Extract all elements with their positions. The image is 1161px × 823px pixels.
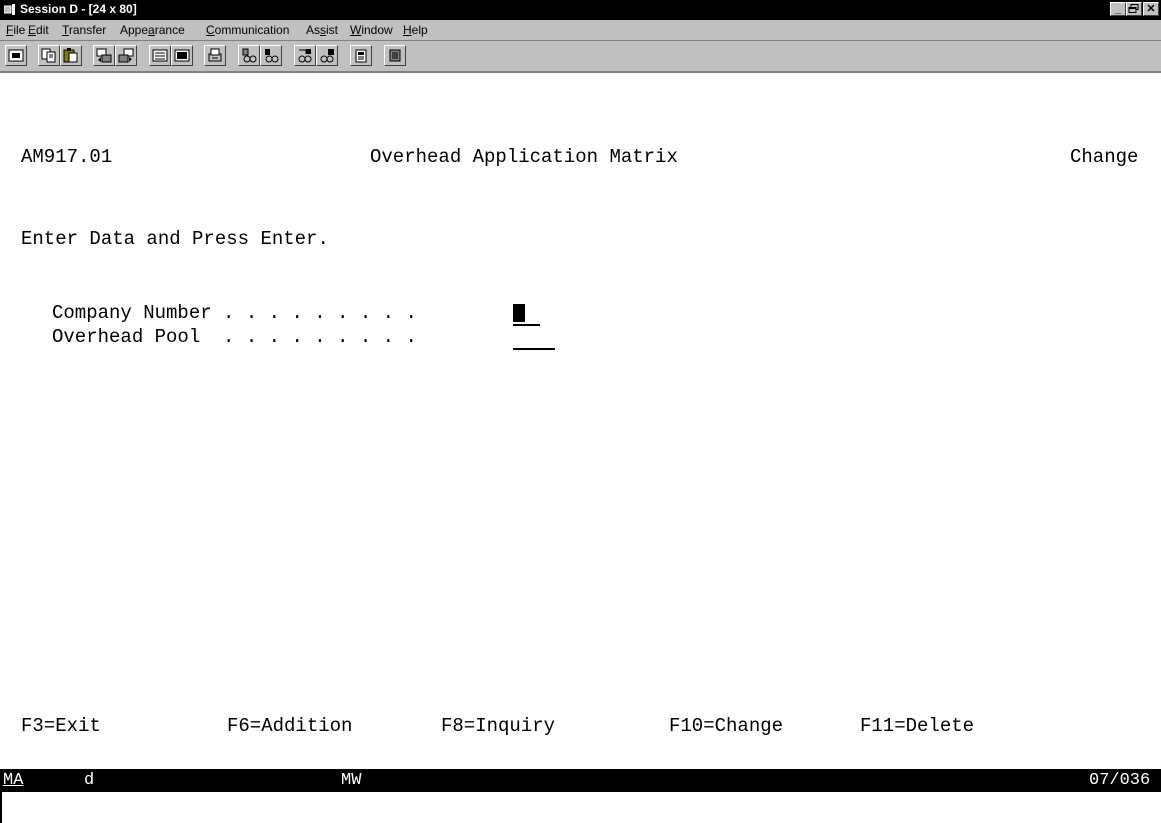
start-transfer-icon xyxy=(298,49,312,63)
print-button[interactable] xyxy=(204,45,226,66)
menu-transfer[interactable]: Transfer xyxy=(62,23,106,37)
copy-button[interactable] xyxy=(38,45,60,66)
instruction-text: Enter Data and Press Enter. xyxy=(21,228,329,250)
status-bar: MA d MW 07/036 xyxy=(0,769,1161,792)
menu-window[interactable]: Window xyxy=(350,23,393,37)
menu-file[interactable]: File xyxy=(6,23,25,37)
menu-assist[interactable]: Assist xyxy=(306,23,338,37)
f8-inquiry-key[interactable]: F8=Inquiry xyxy=(441,715,555,737)
display-button[interactable] xyxy=(5,45,27,66)
menu-edit[interactable]: Edit xyxy=(28,23,49,37)
paste-icon xyxy=(63,48,78,63)
company-number-field[interactable] xyxy=(513,302,540,326)
f6-addition-key[interactable]: F6=Addition xyxy=(227,715,352,737)
minimize-button[interactable]: _ xyxy=(1110,2,1126,16)
menu-bar: File Edit Transfer Appearance Communicat… xyxy=(0,20,1161,41)
program-id: AM917.01 xyxy=(21,146,113,168)
play-macro-button[interactable] xyxy=(260,45,282,66)
screen-title: Overhead Application Matrix xyxy=(370,146,678,168)
play-macro-icon xyxy=(265,49,279,63)
maximize-button[interactable] xyxy=(1126,2,1142,16)
f3-exit-key[interactable]: F3=Exit xyxy=(21,715,101,737)
restore-icon xyxy=(1128,4,1139,13)
settings-button[interactable] xyxy=(384,45,406,66)
overhead-pool-label: Overhead Pool . . . . . . . . . xyxy=(52,326,417,348)
receive-button[interactable] xyxy=(115,45,137,66)
f10-change-key[interactable]: F10=Change xyxy=(669,715,783,737)
keypad-button[interactable] xyxy=(149,45,171,66)
menu-appearance[interactable]: Appearance xyxy=(120,23,185,37)
send-icon xyxy=(96,48,112,63)
f11-delete-key[interactable]: F11=Delete xyxy=(860,715,974,737)
overhead-pool-field[interactable] xyxy=(513,326,555,350)
keypad-icon xyxy=(152,49,168,62)
stop-transfer-icon xyxy=(320,49,334,63)
paste-button[interactable] xyxy=(60,45,82,66)
clipboard-button[interactable] xyxy=(350,45,372,66)
status-indicator: MA xyxy=(3,771,24,790)
mode-indicator: Change xyxy=(1070,146,1139,168)
stop-transfer-button[interactable] xyxy=(316,45,338,66)
print-icon xyxy=(208,48,222,62)
window-title: Session D - [24 x 80] xyxy=(20,2,137,16)
macro-button[interactable] xyxy=(171,45,193,66)
menu-help[interactable]: Help xyxy=(403,23,428,37)
settings-icon xyxy=(389,49,401,62)
menu-communication[interactable]: Communication xyxy=(206,23,289,37)
display-icon xyxy=(8,49,24,62)
cursor-position: 07/036 xyxy=(1089,771,1151,790)
copy-icon xyxy=(41,48,56,63)
record-macro-icon xyxy=(242,48,257,63)
receive-icon xyxy=(118,48,134,63)
company-number-label: Company Number . . . . . . . . . xyxy=(52,302,417,324)
below-area xyxy=(0,792,1161,823)
session-letter: d xyxy=(84,771,95,790)
terminal-screen[interactable]: AM917.01 Overhead Application Matrix Cha… xyxy=(0,73,1161,769)
macro-icon xyxy=(174,49,190,62)
text-cursor xyxy=(513,304,525,322)
title-bar: Session D - [24 x 80] _ ✕ xyxy=(0,0,1161,20)
clipboard-icon xyxy=(355,49,367,63)
app-icon[interactable] xyxy=(4,4,16,16)
record-macro-button[interactable] xyxy=(238,45,260,66)
send-button[interactable] xyxy=(93,45,115,66)
start-transfer-button[interactable] xyxy=(294,45,316,66)
mw-indicator: MW xyxy=(341,771,362,790)
toolbar xyxy=(0,41,1161,73)
close-button[interactable]: ✕ xyxy=(1143,2,1159,16)
